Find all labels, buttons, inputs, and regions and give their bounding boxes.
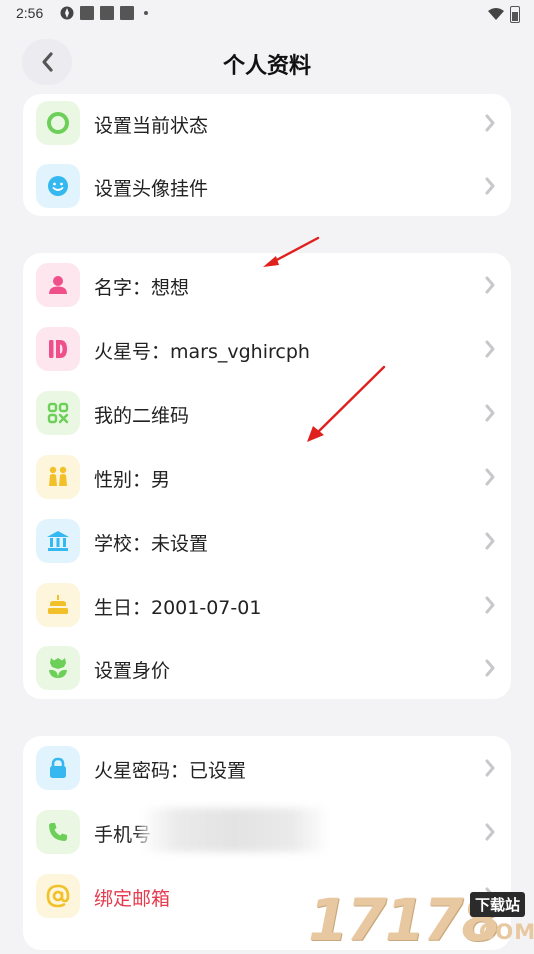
phone-icon [36,810,80,854]
chevron-right-icon [485,532,495,550]
set-status-row[interactable]: 设置当前状态 [23,91,511,155]
more-notifications-icon [144,11,148,15]
set-avatar-pendant-row[interactable]: 设置头像挂件 [23,154,511,218]
cake-icon [36,583,80,627]
row-label: 我的二维码 [94,405,190,427]
row-label: 火星号：mars_vghircph [94,341,310,363]
status-notification-icons [60,6,148,20]
chevron-right-icon [485,177,495,195]
row-label: 学校：未设置 [94,533,209,555]
smiley-icon [36,164,80,208]
watermark-label: 下载站 [470,892,526,917]
chevron-right-icon [485,759,495,777]
row-label: 设置身价 [94,660,171,682]
battery-icon [510,6,520,23]
avatar-settings-card: 设置当前状态 设置头像挂件 [23,94,511,216]
school-icon [36,519,80,563]
status-ring-icon [36,101,80,145]
notification-icon [120,6,134,20]
notification-icon [100,6,114,20]
at-icon [36,874,80,918]
watermark-domain: .COM [470,920,534,944]
id-icon [36,327,80,371]
school-row[interactable]: 学校：未设置 [23,509,511,573]
gender-icon [36,455,80,499]
status-bar: 2:56 [0,0,534,30]
annotation-arrow-icon [263,236,320,267]
header: 个人资料 [0,30,534,94]
person-icon [36,263,80,307]
profile-info-card: 名字：想想 火星号：mars_vghircph 我的二维码 性别：男 学校：未设… [23,253,511,699]
chevron-right-icon [485,659,495,677]
birthday-row[interactable]: 生日：2001-07-01 [23,573,511,637]
chevron-right-icon [485,468,495,486]
chevron-right-icon [485,340,495,358]
row-label: 生日：2001-07-01 [94,597,262,619]
row-label: 绑定邮箱 [94,888,171,910]
page-title: 个人资料 [222,54,311,79]
qr-code-row[interactable]: 我的二维码 [23,381,511,445]
notification-icon [80,6,94,20]
redacted-phone-number [140,808,330,852]
annotation-arrow-icon [307,365,386,442]
qrcode-icon [36,391,80,435]
row-label: 设置头像挂件 [94,178,209,200]
wifi-icon [488,8,504,20]
gender-row[interactable]: 性别：男 [23,445,511,509]
lock-icon [36,746,80,790]
chevron-right-icon [485,276,495,294]
site-watermark: 17178 下载站 .COM [308,882,534,954]
set-value-row[interactable]: 设置身价 [23,636,511,700]
chevron-right-icon [485,404,495,422]
row-label: 火星密码：已设置 [94,760,247,782]
row-label: 名字：想想 [94,277,190,299]
chevron-right-icon [485,596,495,614]
flower-icon [36,646,80,690]
chevron-right-icon [485,114,495,132]
app-notification-icon [60,6,74,20]
mars-password-row[interactable]: 火星密码：已设置 [23,736,511,800]
chevron-right-icon [485,823,495,841]
row-label: 性别：男 [94,469,171,491]
mars-id-row[interactable]: 火星号：mars_vghircph [23,317,511,381]
row-label: 设置当前状态 [94,115,209,137]
status-time: 2:56 [16,5,44,21]
